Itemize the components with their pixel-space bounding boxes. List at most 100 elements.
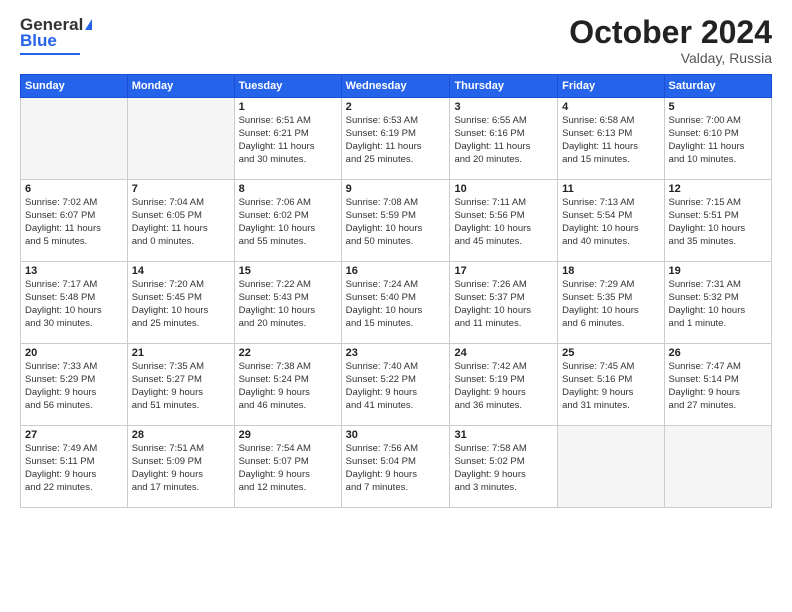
day-info: Sunrise: 7:49 AM Sunset: 5:11 PM Dayligh… [25, 443, 123, 494]
calendar-cell [664, 426, 771, 508]
weekday-header: Friday [558, 75, 664, 98]
calendar-cell [21, 98, 128, 180]
day-info: Sunrise: 7:38 AM Sunset: 5:24 PM Dayligh… [239, 361, 337, 412]
weekday-header: Sunday [21, 75, 128, 98]
day-number: 21 [132, 347, 230, 359]
day-number: 5 [669, 101, 767, 113]
day-info: Sunrise: 7:11 AM Sunset: 5:56 PM Dayligh… [454, 197, 553, 248]
day-number: 8 [239, 183, 337, 195]
calendar-cell: 21 Sunrise: 7:35 AM Sunset: 5:27 PM Dayli… [127, 344, 234, 426]
calendar-cell: 26 Sunrise: 7:47 AM Sunset: 5:14 PM Dayli… [664, 344, 771, 426]
weekday-header: Saturday [664, 75, 771, 98]
day-number: 11 [562, 183, 659, 195]
logo: General Blue [20, 15, 92, 55]
calendar-cell: 1 Sunrise: 6:51 AM Sunset: 6:21 PM Daylig… [234, 98, 341, 180]
day-info: Sunrise: 7:17 AM Sunset: 5:48 PM Dayligh… [25, 279, 123, 330]
calendar-cell: 12 Sunrise: 7:15 AM Sunset: 5:51 PM Dayli… [664, 180, 771, 262]
calendar-cell: 14 Sunrise: 7:20 AM Sunset: 5:45 PM Dayli… [127, 262, 234, 344]
day-info: Sunrise: 7:08 AM Sunset: 5:59 PM Dayligh… [346, 197, 446, 248]
day-number: 27 [25, 429, 123, 441]
day-number: 18 [562, 265, 659, 277]
calendar-table: SundayMondayTuesdayWednesdayThursdayFrid… [20, 74, 772, 508]
day-info: Sunrise: 6:58 AM Sunset: 6:13 PM Dayligh… [562, 115, 659, 166]
day-info: Sunrise: 7:24 AM Sunset: 5:40 PM Dayligh… [346, 279, 446, 330]
calendar-cell [558, 426, 664, 508]
day-number: 12 [669, 183, 767, 195]
day-number: 19 [669, 265, 767, 277]
day-info: Sunrise: 7:51 AM Sunset: 5:09 PM Dayligh… [132, 443, 230, 494]
day-number: 17 [454, 265, 553, 277]
weekday-header: Tuesday [234, 75, 341, 98]
day-info: Sunrise: 7:47 AM Sunset: 5:14 PM Dayligh… [669, 361, 767, 412]
day-info: Sunrise: 7:20 AM Sunset: 5:45 PM Dayligh… [132, 279, 230, 330]
weekday-header: Monday [127, 75, 234, 98]
day-info: Sunrise: 7:40 AM Sunset: 5:22 PM Dayligh… [346, 361, 446, 412]
calendar-cell: 20Sunrise: 7:33 AM Sunset: 5:29 PM Dayli… [21, 344, 128, 426]
day-info: Sunrise: 7:35 AM Sunset: 5:27 PM Dayligh… [132, 361, 230, 412]
week-row: 20Sunrise: 7:33 AM Sunset: 5:29 PM Dayli… [21, 344, 772, 426]
calendar-cell: 10 Sunrise: 7:11 AM Sunset: 5:56 PM Dayli… [450, 180, 558, 262]
calendar-cell: 16Sunrise: 7:24 AM Sunset: 5:40 PM Dayli… [341, 262, 450, 344]
calendar-cell: 4 Sunrise: 6:58 AM Sunset: 6:13 PM Daylig… [558, 98, 664, 180]
day-number: 4 [562, 101, 659, 113]
logo-triangle-icon [85, 19, 92, 30]
calendar-cell: 5Sunrise: 7:00 AM Sunset: 6:10 PM Daylig… [664, 98, 771, 180]
page: General Blue October 2024 Valday, Russia… [0, 0, 792, 612]
month-title: October 2024 [569, 15, 772, 50]
weekday-header: Thursday [450, 75, 558, 98]
day-number: 7 [132, 183, 230, 195]
day-number: 28 [132, 429, 230, 441]
calendar-cell: 31Sunrise: 7:58 AM Sunset: 5:02 PM Dayli… [450, 426, 558, 508]
calendar-cell: 8 Sunrise: 7:06 AM Sunset: 6:02 PM Daylig… [234, 180, 341, 262]
day-number: 23 [346, 347, 446, 359]
day-info: Sunrise: 6:53 AM Sunset: 6:19 PM Dayligh… [346, 115, 446, 166]
day-number: 29 [239, 429, 337, 441]
title-block: October 2024 Valday, Russia [569, 15, 772, 66]
calendar-cell: 22Sunrise: 7:38 AM Sunset: 5:24 PM Dayli… [234, 344, 341, 426]
day-number: 6 [25, 183, 123, 195]
day-info: Sunrise: 7:56 AM Sunset: 5:04 PM Dayligh… [346, 443, 446, 494]
day-number: 13 [25, 265, 123, 277]
day-number: 30 [346, 429, 446, 441]
calendar-cell: 13 Sunrise: 7:17 AM Sunset: 5:48 PM Dayli… [21, 262, 128, 344]
day-info: Sunrise: 7:31 AM Sunset: 5:32 PM Dayligh… [669, 279, 767, 330]
day-info: Sunrise: 7:22 AM Sunset: 5:43 PM Dayligh… [239, 279, 337, 330]
header: General Blue October 2024 Valday, Russia [20, 15, 772, 66]
day-number: 24 [454, 347, 553, 359]
day-number: 20 [25, 347, 123, 359]
calendar-cell: 19 Sunrise: 7:31 AM Sunset: 5:32 PM Dayli… [664, 262, 771, 344]
day-info: Sunrise: 7:02 AM Sunset: 6:07 PM Dayligh… [25, 197, 123, 248]
calendar-cell: 17Sunrise: 7:26 AM Sunset: 5:37 PM Dayli… [450, 262, 558, 344]
calendar-cell: 28 Sunrise: 7:51 AM Sunset: 5:09 PM Dayli… [127, 426, 234, 508]
day-info: Sunrise: 6:55 AM Sunset: 6:16 PM Dayligh… [454, 115, 553, 166]
location: Valday, Russia [569, 50, 772, 66]
day-info: Sunrise: 7:42 AM Sunset: 5:19 PM Dayligh… [454, 361, 553, 412]
day-info: Sunrise: 7:45 AM Sunset: 5:16 PM Dayligh… [562, 361, 659, 412]
day-info: Sunrise: 7:29 AM Sunset: 5:35 PM Dayligh… [562, 279, 659, 330]
day-info: Sunrise: 7:06 AM Sunset: 6:02 PM Dayligh… [239, 197, 337, 248]
calendar-cell: 15Sunrise: 7:22 AM Sunset: 5:43 PM Dayli… [234, 262, 341, 344]
calendar-cell: 3Sunrise: 6:55 AM Sunset: 6:16 PM Daylig… [450, 98, 558, 180]
day-info: Sunrise: 7:04 AM Sunset: 6:05 PM Dayligh… [132, 197, 230, 248]
day-info: Sunrise: 7:54 AM Sunset: 5:07 PM Dayligh… [239, 443, 337, 494]
calendar-cell: 2Sunrise: 6:53 AM Sunset: 6:19 PM Daylig… [341, 98, 450, 180]
day-number: 1 [239, 101, 337, 113]
day-number: 14 [132, 265, 230, 277]
calendar-cell: 6 Sunrise: 7:02 AM Sunset: 6:07 PM Daylig… [21, 180, 128, 262]
logo-underline [20, 53, 80, 55]
calendar-cell: 11 Sunrise: 7:13 AM Sunset: 5:54 PM Dayli… [558, 180, 664, 262]
header-row: SundayMondayTuesdayWednesdayThursdayFrid… [21, 75, 772, 98]
calendar-cell: 18 Sunrise: 7:29 AM Sunset: 5:35 PM Dayli… [558, 262, 664, 344]
calendar-cell: 7 Sunrise: 7:04 AM Sunset: 6:05 PM Daylig… [127, 180, 234, 262]
day-number: 25 [562, 347, 659, 359]
day-info: Sunrise: 7:13 AM Sunset: 5:54 PM Dayligh… [562, 197, 659, 248]
day-info: Sunrise: 6:51 AM Sunset: 6:21 PM Dayligh… [239, 115, 337, 166]
day-number: 26 [669, 347, 767, 359]
calendar-cell: 24 Sunrise: 7:42 AM Sunset: 5:19 PM Dayli… [450, 344, 558, 426]
calendar-cell: 9Sunrise: 7:08 AM Sunset: 5:59 PM Daylig… [341, 180, 450, 262]
calendar-cell [127, 98, 234, 180]
day-number: 10 [454, 183, 553, 195]
day-info: Sunrise: 7:15 AM Sunset: 5:51 PM Dayligh… [669, 197, 767, 248]
day-number: 31 [454, 429, 553, 441]
logo-blue: Blue [20, 31, 57, 51]
